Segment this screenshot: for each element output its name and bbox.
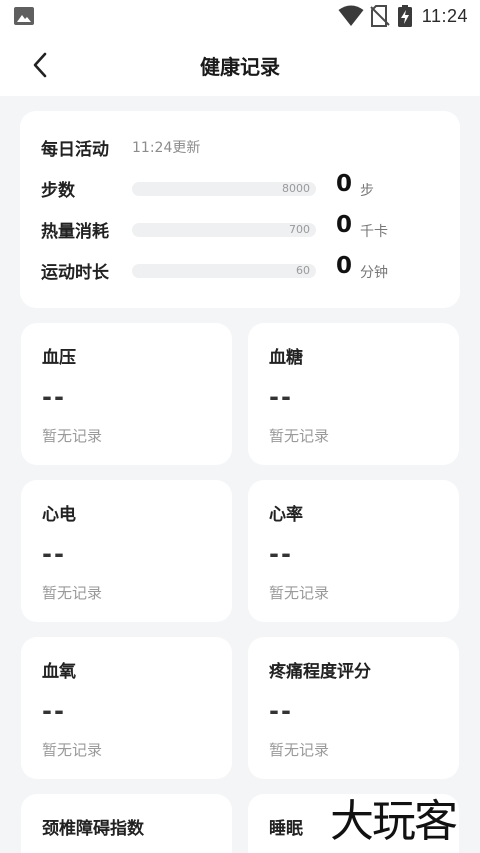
metric-card-blood-sugar[interactable]: 血糖 -- 暂无记录 [248,323,459,465]
metric-status: 暂无记录 [42,741,103,759]
activity-row-calories: 热量消耗 700 0 千卡 [20,212,460,244]
goal-value: 60 [296,264,310,277]
progress-bar: 8000 [132,182,316,196]
activity-unit: 千卡 [360,224,388,240]
activity-value: 0 [336,212,353,238]
activity-unit: 步 [360,183,374,199]
metric-status: 暂无记录 [42,584,103,602]
metric-value: -- [269,383,293,411]
metric-title: 疼痛程度评分 [269,662,371,682]
metric-title: 血压 [42,348,76,368]
activity-title: 每日活动 [41,140,109,160]
activity-label: 步数 [41,181,75,201]
progress-bar: 700 [132,223,316,237]
metric-value: -- [42,383,66,411]
activity-unit: 分钟 [360,265,388,281]
goal-value: 8000 [282,182,310,195]
metric-title: 血糖 [269,348,303,368]
status-bar: 11:24 [0,0,480,33]
metric-card-ecg[interactable]: 心电 -- 暂无记录 [21,480,232,622]
metric-value: -- [42,697,66,725]
battery-charging-icon [397,5,412,27]
metric-status: 暂无记录 [269,427,330,445]
metric-card-heart-rate[interactable]: 心率 -- 暂无记录 [248,480,459,622]
metric-card-pain-score[interactable]: 疼痛程度评分 -- 暂无记录 [248,637,459,779]
goal-value: 700 [289,223,310,236]
metric-title: 血氧 [42,662,76,682]
status-time: 11:24 [421,5,468,26]
metric-value: -- [269,540,293,568]
metric-status: 暂无记录 [42,427,103,445]
metric-title: 睡眠 [269,819,303,839]
activity-label: 热量消耗 [41,222,109,242]
metric-title: 心电 [42,505,76,525]
metric-value: -- [269,697,293,725]
metric-title: 颈椎障碍指数 [42,819,144,839]
activity-updated-time: 11:24更新 [132,140,201,156]
page-title: 健康记录 [200,55,280,79]
metric-value: -- [42,540,66,568]
activity-value: 0 [336,253,353,279]
metric-card-blood-oxygen[interactable]: 血氧 -- 暂无记录 [21,637,232,779]
app-header: 健康记录 [0,33,480,96]
daily-activity-card[interactable]: 每日活动 11:24更新 步数 8000 0 步 热量消耗 700 0 千卡 运… [20,111,460,308]
metric-title: 心率 [269,505,303,525]
metric-status: 暂无记录 [269,741,330,759]
progress-bar: 60 [132,264,316,278]
metric-card-blood-pressure[interactable]: 血压 -- 暂无记录 [21,323,232,465]
activity-value: 0 [336,171,353,197]
watermark-logo: 大玩客 [330,796,458,847]
metric-card-neck-disability-index[interactable]: 颈椎障碍指数 [21,794,232,853]
no-sim-icon [370,5,390,27]
activity-row-duration: 运动时长 60 0 分钟 [20,253,460,285]
activity-row-steps: 步数 8000 0 步 [20,171,460,203]
metric-status: 暂无记录 [269,584,330,602]
wifi-icon [338,5,364,26]
activity-label: 运动时长 [41,263,109,283]
image-notification-icon [14,7,34,25]
